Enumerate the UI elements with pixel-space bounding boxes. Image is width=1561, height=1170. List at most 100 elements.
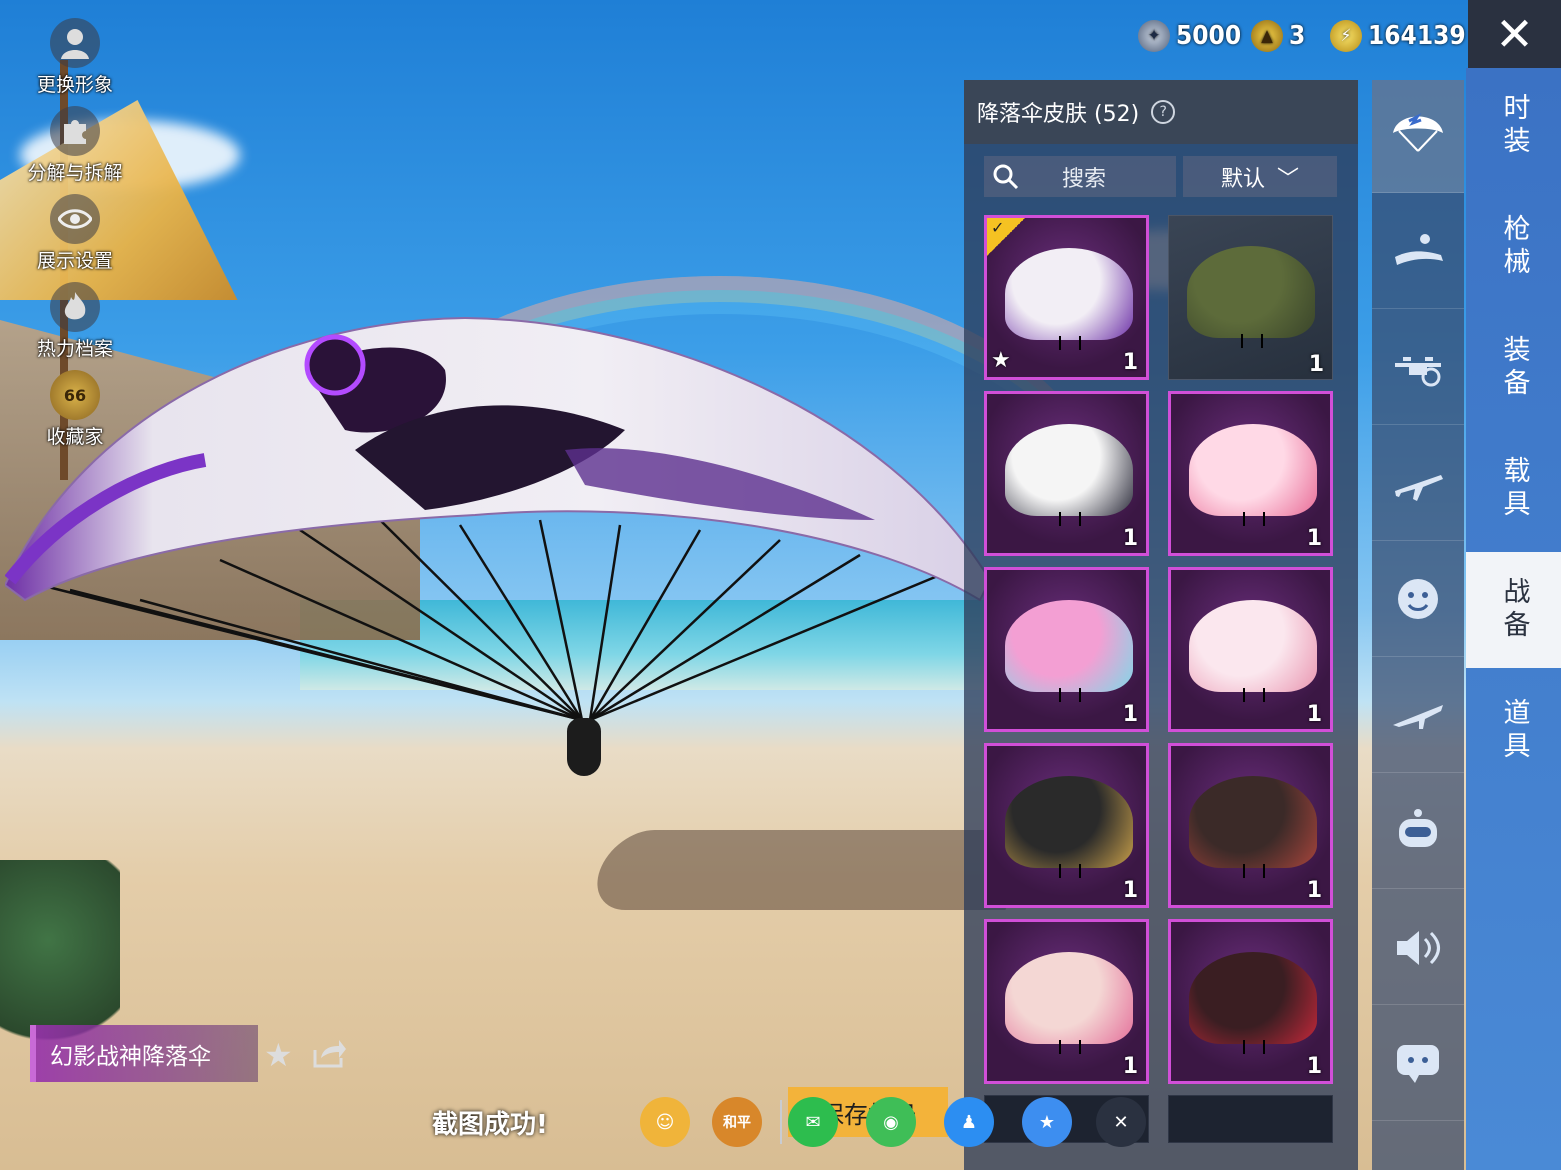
decompose-button[interactable]: 分解与拆解: [20, 106, 130, 185]
share-icon[interactable]: [313, 1038, 347, 1068]
favorite-star-icon: ★: [991, 348, 1011, 373]
parachute-thumbnail: [1189, 600, 1317, 692]
heat-archive-button[interactable]: 热力档案: [20, 282, 130, 361]
item-count: 1: [1122, 702, 1138, 727]
parachute-thumbnail: [1189, 776, 1317, 868]
parachute-thumbnail: [1005, 600, 1133, 692]
parachute-riser: [1059, 512, 1081, 526]
skin-card[interactable]: 1: [984, 743, 1149, 908]
item-count: 1: [1122, 350, 1138, 375]
skin-card[interactable]: 1: [1168, 215, 1333, 380]
flame-icon: [50, 282, 100, 332]
robot-icon: [1399, 809, 1437, 847]
skin-card[interactable]: 1: [984, 567, 1149, 732]
favorite-star-icon[interactable]: ★: [264, 1036, 293, 1074]
share-game-icon[interactable]: 和平: [712, 1097, 762, 1147]
close-icon: ✕: [1495, 7, 1534, 61]
parachute-skin-panel: 降落伞皮肤 (52) ? 搜索 默认 ﹀ ✓ ★ 1 1 1 1 1 1 1 1 1 1: [964, 80, 1358, 1170]
share-friends-icon[interactable]: ☺: [640, 1097, 690, 1147]
search-icon: [993, 164, 1019, 189]
subcategory-plane-trail[interactable]: [1372, 660, 1464, 773]
panel-header: 降落伞皮肤 (52) ?: [964, 80, 1358, 144]
tab-category[interactable]: 载具: [1466, 431, 1561, 547]
collector-button[interactable]: 66 收藏家: [20, 370, 130, 449]
skin-card[interactable]: 1: [984, 919, 1149, 1084]
skydiver-character: [567, 718, 601, 776]
category-tabs: 时装 枪械 装备 载具 战备 道具: [1466, 68, 1561, 1170]
skin-card[interactable]: 1: [1168, 919, 1333, 1084]
currency-lightning: ⚡ 164139: [1330, 18, 1466, 54]
subcategory-parachute[interactable]: [1372, 80, 1464, 193]
tab-category[interactable]: 时装: [1466, 68, 1561, 184]
subcategory-airplane[interactable]: [1372, 428, 1464, 541]
gold-coin-icon: ▲: [1251, 20, 1283, 52]
parachute-riser: [1059, 864, 1081, 878]
emote-face-icon: [1398, 579, 1438, 619]
search-placeholder: 搜索: [1062, 166, 1107, 192]
selected-item-name: 幻影战神降落伞: [50, 1043, 211, 1070]
collector-label: 收藏家: [46, 426, 104, 448]
share-moments-icon[interactable]: ◉: [866, 1097, 916, 1147]
share-divider: [780, 1100, 782, 1144]
subcategory-emote-face[interactable]: [1372, 544, 1464, 657]
skin-card[interactable]: 1: [1168, 567, 1333, 732]
subcategory-drone[interactable]: [1372, 312, 1464, 425]
tab-category[interactable]: 道具: [1466, 673, 1561, 789]
parachute-icon: [1393, 113, 1443, 152]
share-wechat-icon[interactable]: ✉: [788, 1097, 838, 1147]
parachute-canopy: [5, 316, 992, 602]
parachute-thumbnail: [1005, 248, 1133, 340]
subcategory-robot[interactable]: [1372, 776, 1464, 889]
item-count: 1: [1122, 1054, 1138, 1079]
item-count: 1: [1122, 526, 1138, 551]
skin-card[interactable]: ✓ ★ 1: [984, 215, 1149, 380]
speaker-icon: [1397, 931, 1440, 965]
search-box[interactable]: 搜索: [984, 156, 1176, 197]
parachute-thumbnail: [1005, 776, 1133, 868]
parachute-riser: [1243, 512, 1265, 526]
chat-bubble-icon: [1397, 1045, 1439, 1083]
tab-category[interactable]: 战备: [1466, 552, 1561, 668]
skin-card[interactable]: 1: [1168, 391, 1333, 556]
equipped-check-icon: ✓: [987, 218, 1025, 256]
skin-card[interactable]: 1: [984, 391, 1149, 556]
item-count: 1: [1306, 526, 1322, 551]
skin-card[interactable]: [1168, 1095, 1333, 1143]
item-count: 1: [1122, 878, 1138, 903]
lightning-coin-icon: ⚡: [1330, 20, 1362, 52]
parachute-thumbnail: [1187, 246, 1315, 338]
chevron-down-icon: ﹀: [1277, 166, 1300, 192]
gold-amount: 3: [1289, 21, 1306, 51]
share-qzone-icon[interactable]: ★: [1022, 1097, 1072, 1147]
subcategory-speaker[interactable]: [1372, 892, 1464, 1005]
avatar-icon: [50, 18, 100, 68]
display-settings-label: 展示设置: [36, 250, 113, 272]
share-qq-icon[interactable]: ♟: [944, 1097, 994, 1147]
share-close-icon[interactable]: ✕: [1096, 1097, 1146, 1147]
help-icon[interactable]: ?: [1151, 100, 1176, 124]
subcategory-chat-bubble[interactable]: [1372, 1008, 1464, 1121]
item-count: 1: [1306, 878, 1322, 903]
collector-level: 66: [63, 385, 87, 405]
change-avatar-button[interactable]: 更换形象: [20, 18, 130, 97]
display-settings-button[interactable]: 展示设置: [20, 194, 130, 273]
subcategory-skydiver[interactable]: [1372, 196, 1464, 309]
panel-title: 降落伞皮肤 (52): [977, 102, 1140, 127]
tab-category[interactable]: 枪械: [1466, 189, 1561, 305]
parachute-riser: [1243, 1040, 1265, 1054]
parachute-riser: [1059, 336, 1081, 350]
item-count: 1: [1306, 702, 1322, 727]
currency-silver: ✦ 5000: [1138, 18, 1241, 54]
eye-icon: [50, 194, 100, 244]
sort-dropdown[interactable]: 默认 ﹀: [1183, 156, 1337, 197]
skin-card[interactable]: 1: [1168, 743, 1333, 908]
currency-gold: ▲ 3: [1251, 18, 1305, 54]
plane-trail-icon: [1393, 705, 1443, 729]
collector-badge-icon: 66: [50, 370, 100, 420]
parachute-thumbnail: [1005, 424, 1133, 516]
parachute-riser: [1059, 688, 1081, 702]
close-button[interactable]: ✕: [1468, 0, 1561, 68]
parachute-riser: [1243, 864, 1265, 878]
tab-category[interactable]: 装备: [1466, 310, 1561, 426]
change-avatar-label: 更换形象: [36, 74, 113, 96]
